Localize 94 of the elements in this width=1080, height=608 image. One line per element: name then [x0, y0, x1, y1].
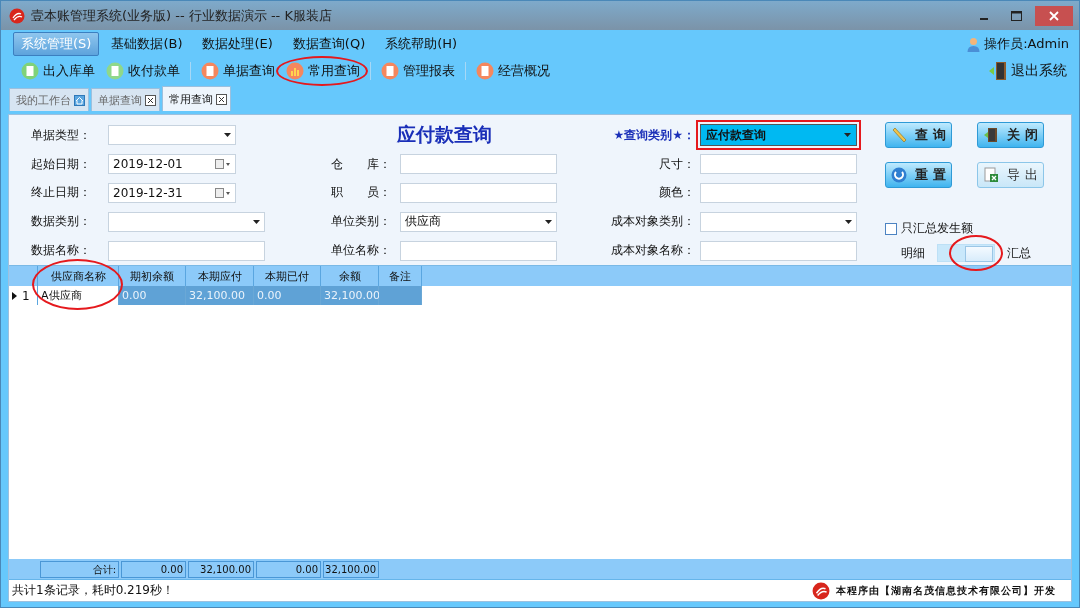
input-field[interactable]	[108, 240, 265, 261]
close-button[interactable]	[1035, 5, 1073, 26]
totals-cell: 0.00	[256, 561, 321, 578]
toolbar-button[interactable]: 出入库单	[17, 60, 99, 82]
field-label: 职 员：	[331, 184, 391, 202]
document-icon	[381, 62, 399, 80]
field-label: ★查询类别★：	[613, 126, 695, 144]
toolbar-button[interactable]: 常用查询	[282, 60, 364, 82]
dropdown-field[interactable]	[700, 211, 857, 232]
caret-icon	[845, 219, 852, 224]
caret-icon	[545, 219, 552, 224]
toggle-label: 明细	[901, 244, 925, 262]
status-message: 共计1条记录，耗时0.219秒！	[12, 582, 174, 599]
field-label: 成本对象类别：	[611, 213, 695, 231]
checkbox-label: 只汇总发生额	[901, 220, 973, 237]
bar-chart-icon	[286, 62, 304, 80]
toolbar-button[interactable]: 经营概况	[472, 60, 554, 82]
field-label: 颜色：	[659, 184, 695, 202]
field-label: 数据类别：	[31, 213, 91, 231]
operator-label: 操作员:Admin	[984, 35, 1069, 53]
minimize-icon	[980, 17, 988, 20]
document-icon	[476, 62, 494, 80]
toolbar-button[interactable]: 收付款单	[102, 60, 184, 82]
tab[interactable]: 我的工作台	[9, 88, 89, 111]
field-label: 单位类别：	[331, 213, 391, 231]
close-icon	[1049, 10, 1059, 21]
credit-text: 本程序由【湖南名茂信息技术有限公司】开发	[836, 583, 1056, 598]
pencil-icon	[891, 127, 908, 143]
refresh-icon	[891, 167, 908, 183]
field-label: 终止日期：	[31, 184, 91, 202]
calendar-icon	[215, 188, 231, 198]
field-label: 尺寸：	[659, 155, 695, 173]
table-cell	[379, 286, 422, 305]
toggle-label: 汇总	[1007, 244, 1031, 262]
dropdown-field[interactable]	[108, 125, 236, 146]
totals-label: 合计:	[40, 561, 119, 578]
app-logo-icon	[9, 7, 25, 24]
checkbox[interactable]	[885, 222, 897, 235]
input-field[interactable]	[700, 183, 857, 203]
toolbar-button[interactable]: 管理报表	[377, 60, 459, 82]
exit-button[interactable]: 退出系统	[984, 61, 1071, 81]
dropdown-field[interactable]: 应付款查询	[700, 124, 857, 147]
input-field[interactable]	[700, 154, 857, 175]
input-field[interactable]	[400, 154, 557, 175]
document-icon	[21, 62, 39, 80]
tab[interactable]: 常用查询	[162, 86, 231, 111]
action-button[interactable]: 关 闭	[977, 122, 1044, 148]
caret-icon	[224, 133, 231, 138]
row-number: 1	[22, 288, 30, 303]
menu-item[interactable]: 数据处理(E)	[194, 32, 281, 56]
calendar-icon	[215, 159, 231, 170]
input-field[interactable]	[400, 240, 557, 261]
maximize-icon	[1010, 10, 1022, 21]
user-icon	[967, 36, 981, 52]
totals-cell: 0.00	[121, 561, 186, 578]
input-field[interactable]	[700, 240, 857, 261]
field-label: 单据类型：	[31, 126, 91, 144]
dropdown-field[interactable]	[108, 211, 265, 232]
form-title: 应付款查询	[396, 122, 492, 148]
toggle-switch[interactable]	[937, 244, 995, 262]
door-icon	[988, 61, 1008, 81]
spreadsheet-icon	[983, 167, 1000, 183]
menu-item[interactable]: 系统帮助(H)	[377, 32, 466, 56]
caret-icon	[253, 219, 260, 224]
action-button[interactable]: 重 置	[885, 162, 952, 188]
totals-cell: 32,100.00	[323, 561, 379, 578]
totals-cell: 32,100.00	[188, 561, 254, 578]
close-icon	[145, 94, 156, 106]
table-cell: 32,100.00	[321, 286, 379, 305]
field-label: 单位名称：	[331, 242, 391, 260]
window-title: 壹本账管理系统(业务版) -- 行业数据演示 -- K服装店	[31, 6, 332, 25]
table-cell: 0.00	[119, 286, 186, 305]
field-label: 成本对象名称：	[611, 242, 695, 260]
menu-item[interactable]: 基础数据(B)	[103, 32, 191, 56]
document-icon	[106, 62, 124, 80]
home-icon	[74, 94, 85, 106]
table-cell: 32,100.00	[186, 286, 254, 305]
action-button[interactable]: 查 询	[885, 122, 952, 148]
menu-item[interactable]: 数据查询(Q)	[284, 32, 374, 56]
document-icon	[201, 62, 219, 80]
field-label: 数据名称：	[31, 242, 91, 260]
table-cell: 0.00	[254, 286, 321, 305]
dropdown-field[interactable]: 供应商	[400, 211, 557, 232]
field-label: 起始日期：	[31, 155, 91, 173]
close-icon	[216, 93, 227, 105]
input-field[interactable]	[400, 183, 557, 203]
date-field[interactable]: 2019-12-01	[108, 154, 236, 175]
row-pointer-icon	[12, 291, 17, 300]
toolbar-button[interactable]: 单据查询	[197, 60, 279, 82]
caret-icon	[844, 133, 851, 138]
tab[interactable]: 单据查询	[91, 88, 160, 111]
date-field[interactable]: 2019-12-31	[108, 183, 236, 203]
field-label: 仓 库：	[331, 155, 391, 173]
door-icon	[983, 127, 1000, 143]
